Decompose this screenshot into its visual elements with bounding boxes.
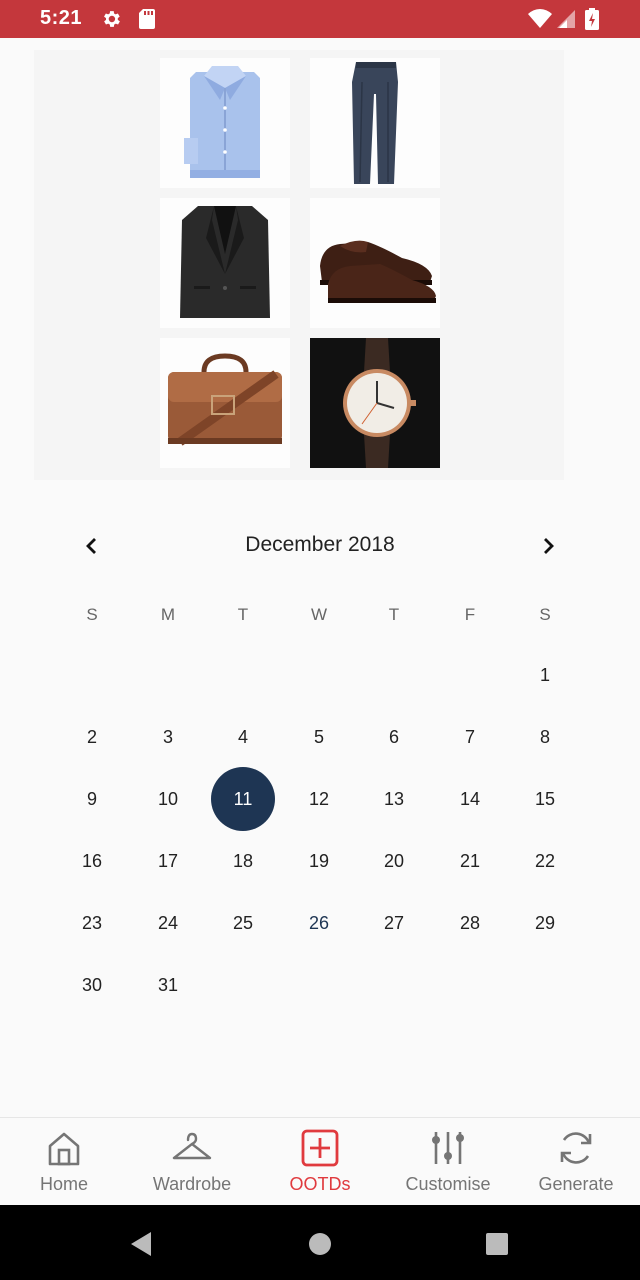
calendar-day[interactable]: 2 [60, 705, 124, 769]
nav-label: Customise [405, 1174, 491, 1194]
home-circle-icon[interactable] [305, 1229, 335, 1259]
calendar-day[interactable]: 23 [60, 891, 124, 955]
weekday-saturday: S [539, 605, 551, 624]
nav-ootds[interactable]: OOTDs [256, 1118, 384, 1206]
calendar-day[interactable]: 30 [60, 953, 124, 1017]
nav-home[interactable]: Home [0, 1118, 128, 1206]
nav-customise[interactable]: Customise [384, 1118, 512, 1206]
calendar-day[interactable]: 14 [438, 767, 502, 831]
nav-label: Generate [538, 1174, 614, 1194]
nav-wardrobe[interactable]: Wardrobe [128, 1118, 256, 1206]
weekday-wednesday: W [310, 605, 328, 624]
calendar-day[interactable]: 25 [211, 891, 275, 955]
settings-icon [100, 8, 122, 35]
refresh-icon [560, 1132, 592, 1164]
calendar-header: December 2018 [0, 520, 640, 570]
weekday-friday: F [464, 605, 476, 624]
outfit-item-leather-briefcase[interactable] [160, 338, 290, 468]
calendar-day[interactable]: 21 [438, 829, 502, 893]
add-box-icon [301, 1129, 339, 1167]
calendar-day[interactable]: 22 [513, 829, 577, 893]
calendar-day[interactable]: 18 [211, 829, 275, 893]
weekday-monday: M [160, 605, 176, 624]
next-month-button[interactable] [532, 530, 564, 562]
outfit-preview-panel [34, 50, 564, 480]
calendar-day[interactable]: 9 [60, 767, 124, 831]
calendar-day[interactable]: 31 [136, 953, 200, 1017]
outfit-item-wristwatch[interactable] [310, 338, 440, 468]
recents-icon[interactable] [482, 1229, 512, 1259]
sd-card-icon [137, 8, 157, 35]
weekday-thursday: T [388, 605, 400, 624]
calendar-day-today[interactable]: 26 [287, 891, 351, 955]
weekday-tuesday: T [237, 605, 249, 624]
sliders-icon [432, 1132, 464, 1164]
battery-icon [585, 8, 599, 35]
calendar-day[interactable]: 12 [287, 767, 351, 831]
calendar-day[interactable]: 5 [287, 705, 351, 769]
calendar-day[interactable]: 3 [136, 705, 200, 769]
calendar-day[interactable]: 16 [60, 829, 124, 893]
calendar-day[interactable]: 8 [513, 705, 577, 769]
nav-label: Wardrobe [152, 1174, 232, 1194]
chevron-right-icon [544, 538, 554, 554]
back-icon[interactable] [127, 1229, 157, 1259]
calendar-day[interactable]: 4 [211, 705, 275, 769]
status-time: 5:21 [40, 7, 83, 29]
nav-label: Home [39, 1174, 88, 1194]
outfit-item-dress-shirt[interactable] [160, 58, 290, 188]
bottom-navigation: Home Wardrobe OOTDs Customise Generate [0, 1117, 640, 1205]
outfit-item-oxford-shoes[interactable] [310, 198, 440, 328]
home-icon [48, 1132, 80, 1166]
calendar-day[interactable]: 29 [513, 891, 577, 955]
calendar-day[interactable]: 19 [287, 829, 351, 893]
outfit-item-trousers[interactable] [310, 58, 440, 188]
status-bar: 5:21 [0, 0, 640, 38]
calendar-day[interactable]: 7 [438, 705, 502, 769]
weekday-sunday: S [86, 605, 98, 624]
hanger-icon [172, 1132, 212, 1160]
nav-label: OOTDs [289, 1174, 351, 1194]
calendar-day-selected[interactable]: 11 [211, 767, 275, 831]
calendar-day[interactable]: 17 [136, 829, 200, 893]
outfit-item-blazer[interactable] [160, 198, 290, 328]
nav-generate[interactable]: Generate [512, 1118, 640, 1206]
wifi-icon [528, 8, 552, 35]
calendar-day[interactable]: 1 [513, 643, 577, 707]
calendar-day[interactable]: 20 [362, 829, 426, 893]
calendar-day[interactable]: 24 [136, 891, 200, 955]
calendar-day[interactable]: 10 [136, 767, 200, 831]
signal-icon [555, 8, 575, 35]
calendar-day[interactable]: 27 [362, 891, 426, 955]
calendar-day[interactable]: 15 [513, 767, 577, 831]
system-navigation-bar [0, 1205, 640, 1280]
calendar-day[interactable]: 13 [362, 767, 426, 831]
calendar-day[interactable]: 6 [362, 705, 426, 769]
calendar-day[interactable]: 28 [438, 891, 502, 955]
